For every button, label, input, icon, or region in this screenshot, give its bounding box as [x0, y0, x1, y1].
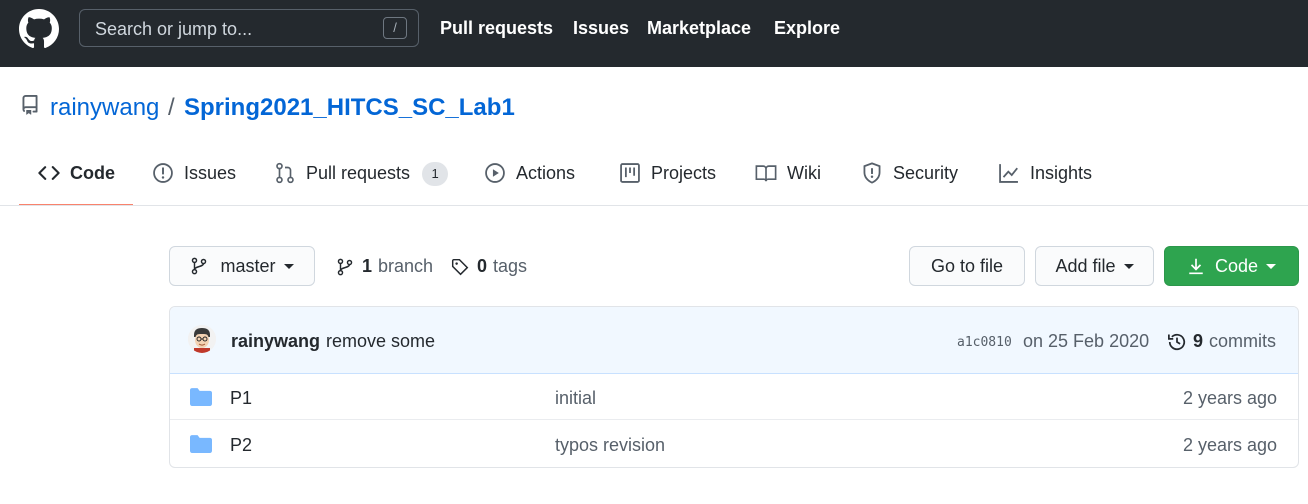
top-navigation-bar: Search or jump to... / Pull requests Iss…	[0, 0, 1308, 67]
play-icon	[485, 163, 505, 183]
commit-sha-link[interactable]: a1c0810	[957, 335, 1012, 350]
tab-wiki-label: Wiki	[787, 163, 821, 183]
go-to-file-button[interactable]: Go to file	[909, 246, 1025, 286]
file-browser: rainywang remove some a1c0810 on 25 Feb …	[169, 306, 1299, 468]
history-icon	[1168, 333, 1186, 350]
download-icon	[1189, 258, 1203, 275]
commit-label: commits	[1209, 331, 1277, 351]
tag-icon	[451, 258, 469, 275]
tab-projects-label: Projects	[651, 163, 717, 183]
tab-actions-label: Actions	[516, 163, 576, 183]
commit-message-link[interactable]: remove some	[326, 331, 435, 352]
folder-icon	[190, 388, 212, 406]
file-name-link[interactable]: P1	[230, 388, 252, 409]
repo-path-separator: /	[168, 94, 175, 121]
go-to-file-label: Go to file	[930, 255, 1004, 276]
graph-icon	[999, 164, 1018, 183]
avatar[interactable]	[188, 325, 216, 353]
avatar-face-icon	[188, 325, 216, 353]
tab-insights-label: Insights	[1030, 163, 1093, 183]
chevron-down-icon	[283, 263, 294, 269]
tab-wiki[interactable]: Wiki	[755, 162, 821, 206]
branch-select-label: master	[220, 255, 276, 276]
file-age: 2 years ago	[1182, 388, 1277, 408]
commits-link[interactable]: 9 commits	[1167, 331, 1276, 352]
tab-pull-requests[interactable]: Pull requests 1	[274, 162, 449, 206]
branch-label: branch	[378, 256, 434, 276]
add-file-label: Add file	[1055, 255, 1116, 276]
tab-projects[interactable]: Projects	[619, 162, 716, 206]
search-placeholder: Search or jump to...	[95, 19, 253, 39]
tab-issues-label: Issues	[184, 163, 237, 183]
latest-commit-row: rainywang remove some a1c0810 on 25 Feb …	[170, 307, 1298, 374]
pull-requests-counter: 1	[422, 162, 449, 186]
book-icon	[755, 165, 777, 182]
code-download-button[interactable]: Code	[1164, 246, 1299, 286]
tab-insights[interactable]: Insights	[998, 162, 1092, 206]
tab-security-label: Security	[893, 163, 959, 183]
add-file-button[interactable]: Add file	[1035, 246, 1154, 286]
branch-count: 1	[362, 256, 373, 276]
file-age: 2 years ago	[1182, 435, 1277, 455]
code-button-label: Code	[1214, 255, 1259, 276]
nav-marketplace[interactable]: Marketplace	[647, 18, 751, 39]
tags-link[interactable]: 0 tags	[451, 256, 527, 277]
tab-pull-requests-label: Pull requests	[306, 163, 411, 183]
commit-author-link[interactable]: rainywang	[231, 331, 320, 352]
tab-actions[interactable]: Actions	[484, 162, 575, 206]
chevron-down-icon	[1266, 263, 1277, 269]
pull-request-icon	[276, 162, 294, 184]
nav-explore[interactable]: Explore	[774, 18, 840, 39]
tab-issues[interactable]: Issues	[152, 162, 236, 206]
repo-name-link[interactable]: Spring2021_HITCS_SC_Lab1	[184, 94, 515, 122]
code-icon	[38, 166, 60, 180]
file-row[interactable]: P1 initial 2 years ago	[170, 374, 1298, 420]
tab-code-label: Code	[70, 163, 115, 183]
tab-security[interactable]: Security	[861, 162, 958, 206]
tabs-divider	[0, 205, 1308, 206]
tag-count: 0	[477, 256, 488, 276]
tab-code[interactable]: Code	[19, 162, 133, 206]
nav-pull-requests[interactable]: Pull requests	[440, 18, 553, 39]
search-input[interactable]: Search or jump to... /	[79, 9, 419, 47]
branches-link[interactable]: 1 branch	[336, 256, 433, 277]
repo-owner-link[interactable]: rainywang	[50, 94, 159, 122]
issue-icon	[153, 163, 173, 183]
shield-icon	[863, 162, 881, 184]
file-name-link[interactable]: P2	[230, 435, 252, 456]
file-row[interactable]: P2 typos revision 2 years ago	[170, 421, 1298, 467]
commit-date: on 25 Feb 2020	[1023, 331, 1150, 351]
slash-shortcut-key: /	[383, 17, 407, 39]
tag-label: tags	[493, 256, 528, 276]
file-commit-message-link[interactable]: initial	[555, 388, 596, 409]
repo-icon	[22, 95, 38, 115]
commit-count: 9	[1193, 331, 1204, 351]
chevron-down-icon	[1123, 263, 1134, 269]
git-branch-icon	[337, 258, 353, 275]
file-commit-message-link[interactable]: typos revision	[555, 435, 665, 456]
project-icon	[620, 163, 640, 183]
branch-select-button[interactable]: master	[169, 246, 315, 286]
nav-issues[interactable]: Issues	[573, 18, 629, 39]
github-logo-icon[interactable]	[19, 9, 59, 49]
git-branch-icon	[192, 257, 207, 275]
folder-icon	[190, 435, 212, 453]
